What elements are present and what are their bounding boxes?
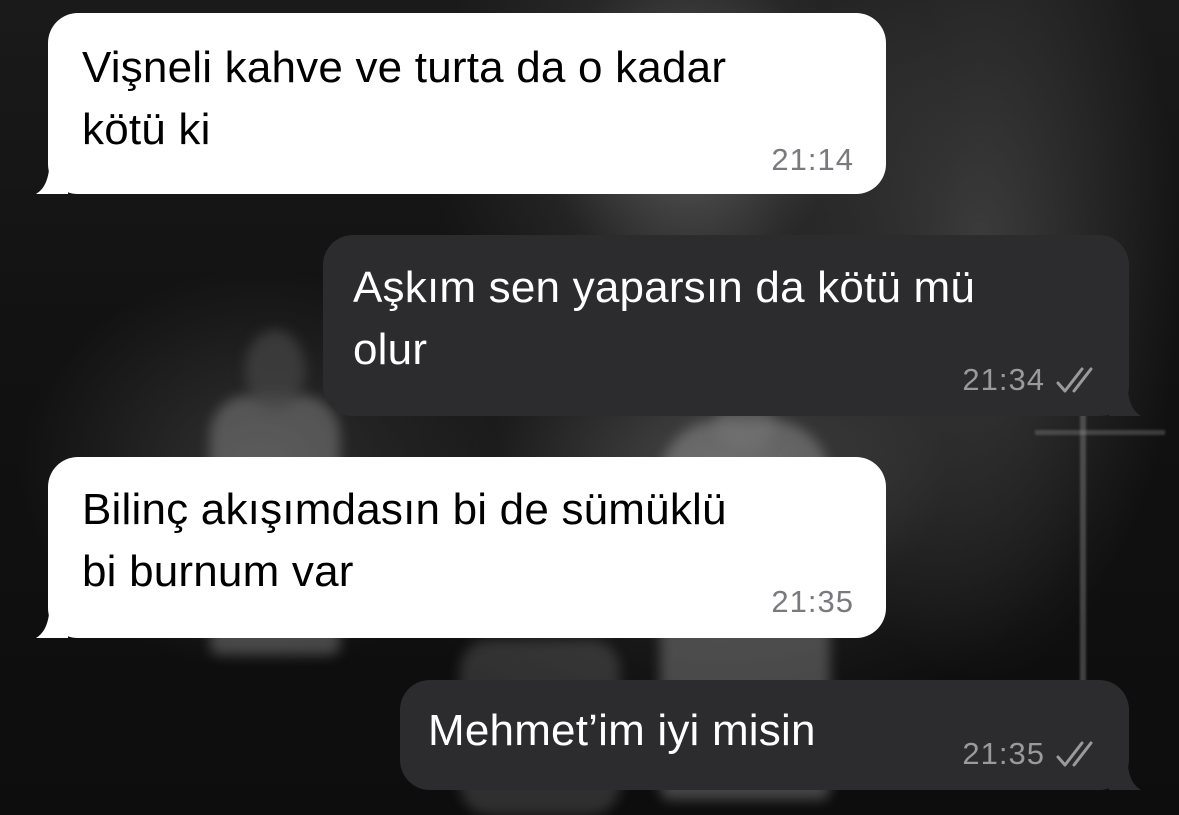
message-bubble-outgoing[interactable]: Mehmet’im iyi misin 21:35 (400, 680, 1141, 790)
wallpaper-stand-bar (1035, 430, 1165, 435)
message-text: Bilinç akışımdasın bi de sümüklü bi burn… (82, 485, 727, 596)
bubble-tail (36, 598, 68, 638)
double-check-icon (1056, 741, 1093, 767)
bubble-tail (36, 154, 68, 194)
double-check-icon (1056, 367, 1093, 393)
message-meta: 21:35 (962, 736, 1101, 772)
bubble-tail (1109, 376, 1141, 416)
message-bubble-outgoing[interactable]: Aşkım sen yaparsın da kötü mü olur 21:34 (323, 235, 1141, 416)
message-text: Mehmet’im iyi misin (428, 706, 816, 755)
message-meta: 21:35 (771, 584, 854, 620)
wallpaper-figure-left-head (245, 330, 305, 410)
message-meta: 21:14 (771, 142, 854, 178)
message-text: Vişneli kahve ve turta da o kadar kötü k… (82, 43, 727, 154)
message-bubble-incoming[interactable]: Vişneli kahve ve turta da o kadar kötü k… (36, 13, 886, 194)
message-text: Aşkım sen yaparsın da kötü mü olur (353, 263, 976, 374)
message-time: 21:34 (962, 362, 1045, 397)
bubble-tail (1109, 750, 1141, 790)
message-bubble-incoming[interactable]: Bilinç akışımdasın bi de sümüklü bi burn… (36, 457, 886, 638)
message-time: 21:14 (771, 142, 854, 177)
message-meta: 21:34 (962, 362, 1101, 398)
message-time: 21:35 (962, 736, 1045, 771)
message-time: 21:35 (771, 584, 854, 619)
